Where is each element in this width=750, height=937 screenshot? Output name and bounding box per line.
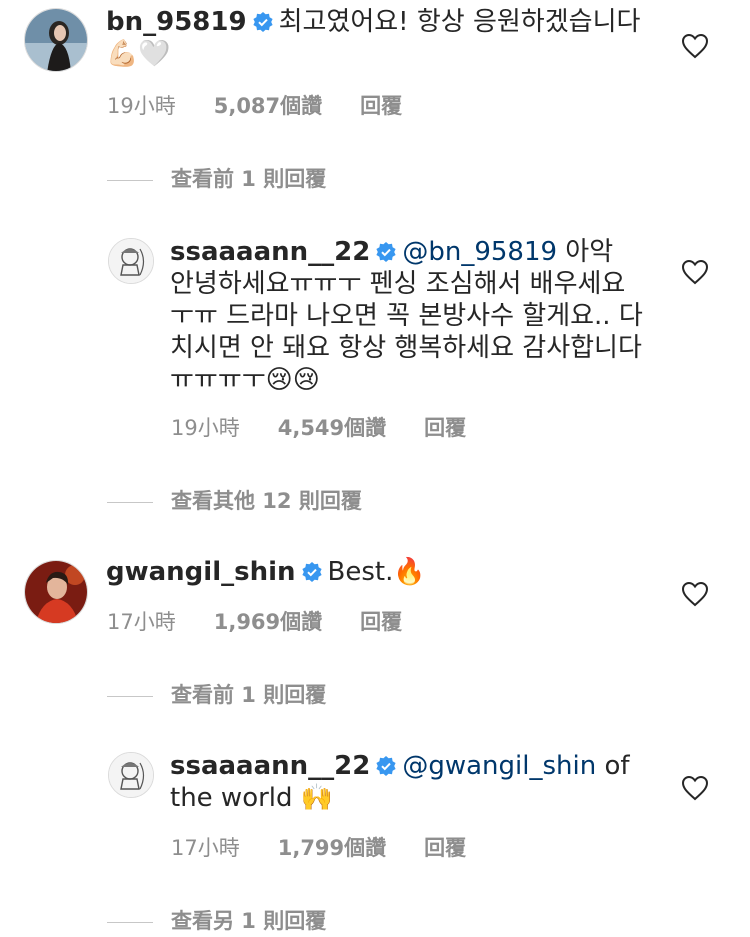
- timestamp: 17小時: [107, 610, 176, 634]
- avatar[interactable]: [24, 8, 88, 72]
- reply-button[interactable]: 回覆: [360, 94, 402, 118]
- comment-meta: 19小時 5,087個讚 回覆: [107, 90, 440, 120]
- avatar-image: [25, 9, 87, 71]
- reply-button[interactable]: 回覆: [424, 416, 466, 440]
- divider-line: [107, 695, 153, 697]
- like-heart-icon[interactable]: [681, 259, 709, 285]
- reply-button[interactable]: 回覆: [360, 610, 402, 634]
- username[interactable]: ssaaaann__22: [170, 237, 370, 267]
- verified-badge-icon: [301, 562, 322, 582]
- avatar-image: [25, 561, 87, 623]
- verified-badge-icon: [252, 12, 273, 32]
- avatar[interactable]: [108, 238, 154, 284]
- comment-meta: 17小時 1,969個讚 回覆: [107, 606, 440, 636]
- comment-text: ssaaaann__22 @bn_95819 아악 안녕하세요ㅠㅠㅜ 펜싱 조심해…: [170, 236, 644, 396]
- like-count[interactable]: 5,087個讚: [214, 94, 322, 118]
- like-heart-icon[interactable]: [681, 581, 709, 607]
- avatar-image: [109, 239, 153, 283]
- username[interactable]: bn_95819: [106, 7, 247, 37]
- view-replies-button[interactable]: 查看其他 12 則回覆: [107, 485, 362, 515]
- reply-button[interactable]: 回覆: [424, 836, 466, 860]
- view-replies-label: 查看前 1 則回覆: [171, 167, 327, 191]
- comment-emoji: 💪🏻🤍: [106, 39, 171, 69]
- mention-link[interactable]: @gwangil_shin: [402, 751, 596, 781]
- comment-text: bn_95819 최고였어요! 항상 응원하겠습니다 💪🏻🤍: [106, 6, 651, 70]
- view-replies-button[interactable]: 查看前 1 則回覆: [107, 679, 326, 709]
- mention-link[interactable]: @bn_95819: [402, 237, 557, 267]
- comment-meta: 19小時 4,549個讚 回覆: [171, 412, 504, 442]
- divider-line: [107, 501, 153, 503]
- like-count[interactable]: 1,799個讚: [278, 836, 386, 860]
- username[interactable]: gwangil_shin: [106, 557, 296, 587]
- comment-body: 최고였어요! 항상 응원하겠습니다: [278, 7, 641, 37]
- comment-text: ssaaaann__22 @gwangil_shin of the world 🙌: [170, 750, 644, 814]
- verified-badge-icon: [376, 242, 396, 262]
- like-count[interactable]: 1,969個讚: [214, 610, 322, 634]
- avatar[interactable]: [108, 752, 154, 798]
- comment-body: Best.🔥: [327, 557, 426, 587]
- view-replies-label: 查看另 1 則回覆: [171, 909, 327, 933]
- divider-line: [107, 921, 153, 923]
- comment-text: gwangil_shin Best.🔥: [106, 556, 651, 588]
- view-replies-button[interactable]: 查看另 1 則回覆: [107, 905, 326, 935]
- timestamp: 17小時: [171, 836, 240, 860]
- avatar[interactable]: [24, 560, 88, 624]
- verified-badge-icon: [376, 756, 396, 776]
- like-count[interactable]: 4,549個讚: [278, 416, 386, 440]
- comment-meta: 17小時 1,799個讚 回覆: [171, 832, 504, 862]
- like-heart-icon[interactable]: [681, 775, 709, 801]
- view-replies-label: 查看其他 12 則回覆: [171, 489, 362, 513]
- timestamp: 19小時: [171, 416, 240, 440]
- view-replies-label: 查看前 1 則回覆: [171, 683, 327, 707]
- view-replies-button[interactable]: 查看前 1 則回覆: [107, 163, 326, 193]
- avatar-image: [109, 753, 153, 797]
- divider-line: [107, 179, 153, 181]
- username[interactable]: ssaaaann__22: [170, 751, 370, 781]
- timestamp: 19小時: [107, 94, 176, 118]
- like-heart-icon[interactable]: [681, 33, 709, 59]
